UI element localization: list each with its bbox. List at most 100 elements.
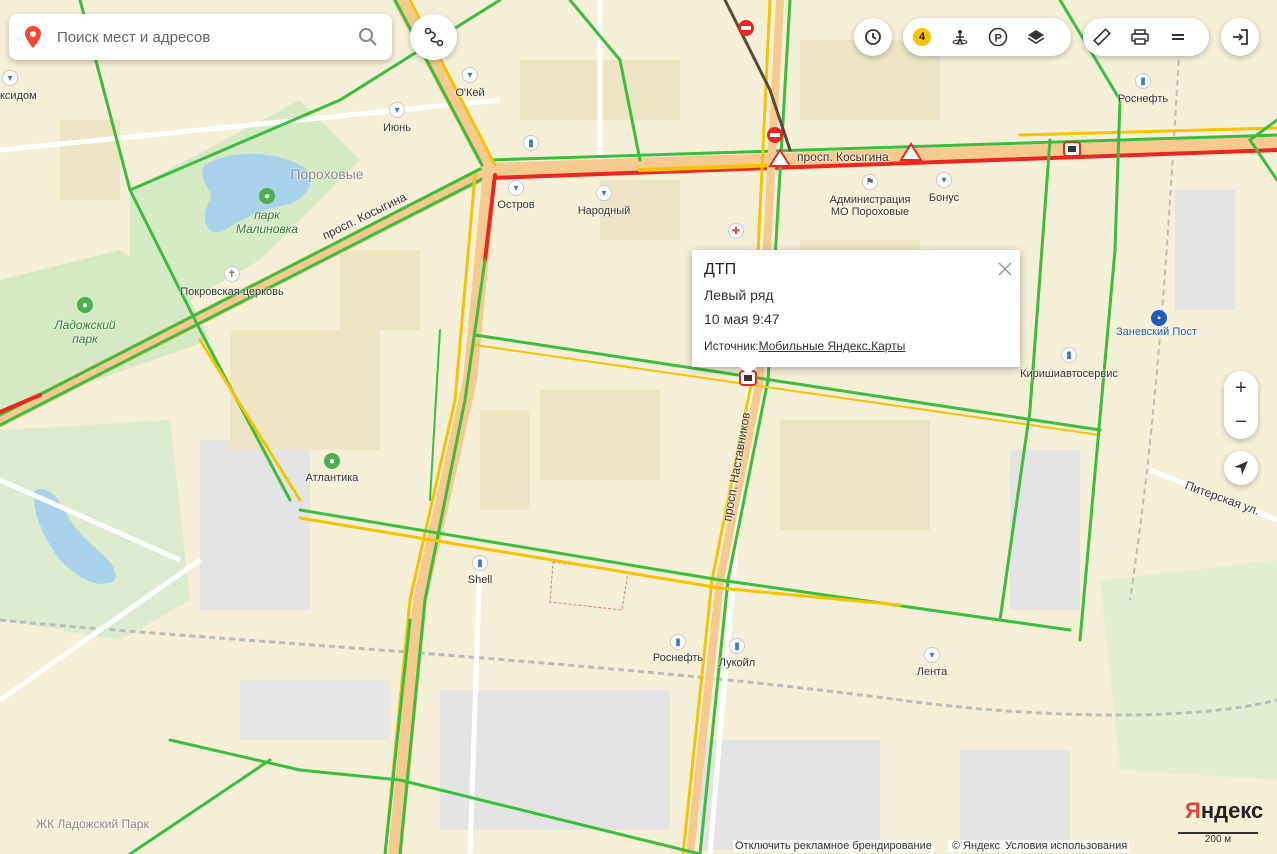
industrial-area	[960, 750, 1070, 850]
park-icon[interactable]: ●	[259, 188, 275, 204]
geolocation-icon	[1234, 461, 1248, 475]
scale-bar: 200 м	[1178, 832, 1258, 845]
search-icon[interactable]	[358, 27, 378, 47]
hospital-icon[interactable]: ✚	[728, 223, 744, 239]
incident-source: Источник:Мобильные Яндекс.Карты	[704, 339, 1008, 353]
street-label: просп. Косыгина	[797, 150, 889, 164]
ruler-button[interactable]	[1083, 18, 1121, 56]
zoom-control: + −	[1224, 371, 1258, 439]
poi-label: Покровская церковь	[180, 286, 284, 298]
traffic-icon: 4	[913, 28, 931, 46]
fuel-icon[interactable]: ▮	[729, 638, 745, 654]
fuel-icon[interactable]: ▮	[523, 135, 539, 151]
incident-detail: Левый ряд	[704, 287, 774, 303]
search-bar	[9, 14, 392, 60]
copyright-text: © Яндекс	[949, 840, 1003, 852]
shop-icon[interactable]: ▾	[389, 102, 405, 118]
terms-link[interactable]: Условия использования	[1005, 840, 1128, 852]
residential-label: ЖК Ладожский Парк	[36, 817, 149, 831]
ruler-icon	[1093, 28, 1111, 46]
park-icon[interactable]: ●	[77, 297, 93, 313]
geolocation-button[interactable]	[1224, 451, 1258, 485]
yandex-logo[interactable]: Яндекс	[1185, 798, 1263, 824]
source-link[interactable]: Мобильные Яндекс.Карты	[759, 339, 906, 353]
industrial-area	[240, 680, 390, 740]
park-label: Ладожский парк	[54, 318, 116, 346]
park-area	[0, 420, 190, 640]
menu-icon	[1172, 34, 1184, 40]
poi-label: О'Кей	[455, 87, 485, 99]
poi-label: Народный	[577, 205, 631, 217]
layers-button[interactable]	[1017, 18, 1055, 56]
accident-icon	[1063, 141, 1081, 157]
poi-label: Лукойл	[718, 657, 756, 669]
poi-label: Роснефть	[1117, 93, 1169, 105]
traffic-button[interactable]: 4	[903, 18, 941, 56]
history-icon	[854, 18, 892, 56]
poi-label: ксидом	[0, 90, 37, 102]
location-pin-icon	[25, 26, 41, 48]
login-icon	[1221, 18, 1259, 56]
poi-label: Остров	[497, 199, 535, 211]
fuel-icon[interactable]: ▮	[472, 555, 488, 571]
logo-rest: ндекс	[1200, 798, 1264, 823]
poi-label: Атлантика	[305, 472, 359, 484]
incident-time: 10 мая 9:47	[704, 311, 780, 327]
fuel-icon[interactable]: ▮	[1135, 73, 1151, 89]
no-entry-sign	[767, 127, 783, 143]
tools-toolbar	[1083, 18, 1209, 56]
shop-icon[interactable]: ▾	[508, 180, 524, 196]
park-area	[1100, 560, 1277, 780]
layers-icon	[1027, 30, 1045, 44]
history-button[interactable]	[854, 18, 892, 56]
poi-label: Роснефть	[652, 652, 704, 664]
menu-button[interactable]	[1159, 18, 1197, 56]
print-button[interactable]	[1121, 18, 1159, 56]
close-icon[interactable]	[998, 262, 1012, 276]
parking-button[interactable]: P	[979, 18, 1017, 56]
car-service-icon[interactable]: ●	[324, 453, 340, 469]
shop-icon[interactable]: ▾	[936, 172, 952, 188]
zoom-out-button[interactable]: −	[1224, 405, 1258, 439]
poi-label: Shell	[467, 574, 493, 586]
shop-icon[interactable]: ▾	[2, 70, 18, 86]
map-canvas[interactable]	[0, 0, 1277, 854]
no-entry-sign	[738, 20, 754, 36]
svg-text:P: P	[995, 33, 1002, 45]
poi-label: Бонус	[928, 192, 960, 204]
church-icon[interactable]: ✝	[224, 266, 240, 282]
district-label: Пороховые	[290, 166, 364, 182]
bus-stop-label: Заневский Пост	[1116, 326, 1197, 338]
poi-label: Лента	[916, 666, 948, 678]
print-icon	[1131, 29, 1149, 45]
logo-first-letter: Я	[1185, 798, 1201, 823]
search-input[interactable]	[55, 27, 349, 47]
panorama-icon	[952, 30, 968, 45]
shop-icon[interactable]: ▾	[462, 67, 478, 83]
zoom-in-button[interactable]: +	[1224, 371, 1258, 405]
bus-stop-icon[interactable]: ▪	[1151, 310, 1167, 326]
parking-icon: P	[988, 27, 1008, 47]
park-label: парк Малиновка	[236, 208, 298, 236]
fuel-icon[interactable]: ▮	[1061, 347, 1077, 363]
flag-icon[interactable]: ⚑	[862, 174, 878, 190]
footer: Отключить рекламное брендирование © Янде…	[733, 840, 1130, 852]
poi-label: Июнь	[383, 122, 411, 134]
layers-toolbar: 4 P	[903, 18, 1071, 56]
shop-icon[interactable]: ▾	[924, 647, 940, 663]
login-button[interactable]	[1221, 18, 1259, 56]
industrial-area	[700, 740, 880, 850]
poi-label: Администрация МО Пороховые	[829, 194, 911, 218]
route-button[interactable]	[410, 14, 457, 60]
fuel-icon[interactable]: ▮	[670, 634, 686, 650]
footer-legal: © Яндекс Условия использования	[947, 840, 1130, 852]
poi-label: Киришиавтосервис	[1020, 368, 1118, 380]
disable-ads-link[interactable]: Отключить рекламное брендирование	[733, 840, 934, 852]
route-icon	[424, 27, 443, 47]
incident-popup: ДТП Левый ряд 10 мая 9:47 Источник:Мобил…	[692, 250, 1020, 375]
shop-icon[interactable]: ▾	[596, 185, 612, 201]
source-label: Источник:	[704, 339, 759, 353]
industrial-area	[200, 440, 310, 610]
industrial-area	[1175, 190, 1235, 310]
panorama-button[interactable]	[941, 18, 979, 56]
